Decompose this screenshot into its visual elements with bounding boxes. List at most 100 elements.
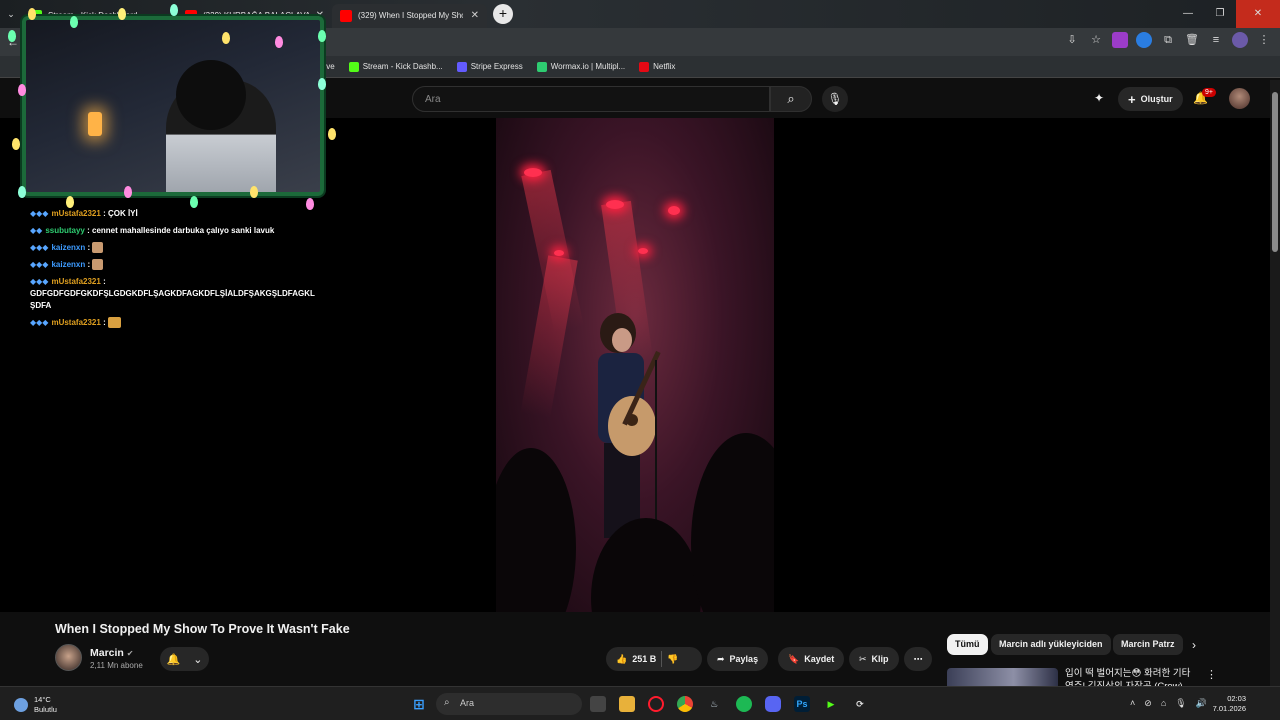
wifi-icon[interactable]: ⌂ — [1161, 698, 1166, 709]
bookmark-wormax[interactable]: Wormax.io | Multipl... — [536, 61, 625, 72]
channel-name[interactable]: Marcin ✔ — [90, 647, 133, 659]
puzzle-icon[interactable]: ⧉ — [1160, 32, 1176, 48]
weather-widget[interactable]: 14°C Bulutlu — [14, 695, 57, 715]
account-avatar[interactable] — [1229, 88, 1250, 109]
save-button[interactable]: 🔖 Kaydet — [778, 647, 845, 671]
microphone-icon: 🎙 — [827, 92, 843, 106]
search-input[interactable]: Ara — [412, 86, 770, 112]
more-actions-button[interactable]: ⋯ — [904, 647, 932, 671]
bookmark-netflix[interactable]: Netflix — [639, 61, 675, 72]
scissors-icon: ✂ — [859, 653, 867, 664]
sparkle-icon[interactable]: ✦ — [1094, 91, 1104, 105]
channel-avatar[interactable] — [55, 644, 82, 671]
search-icon: ⌕ — [444, 697, 450, 708]
chevron-right-icon[interactable]: › — [1192, 638, 1196, 652]
file-explorer-icon[interactable] — [619, 696, 635, 712]
like-count[interactable]: 251 B — [632, 654, 656, 664]
system-tray: ˄ ⊘ ⌂ 🎙 🔊 — [1130, 698, 1207, 709]
tab-youtube-video[interactable]: (329) When I Stopped My Show ✕ — [332, 3, 487, 28]
chat-badges-icon: ◆◆◆ — [30, 243, 49, 252]
window-controls: — ❐ ✕ — [1172, 0, 1280, 28]
bookmark-star-icon[interactable]: ☆ — [1088, 32, 1104, 48]
search-button[interactable]: ⌕ — [770, 86, 812, 112]
clip-label: Klip — [871, 654, 889, 664]
chat-username: mUstafa2321 — [51, 209, 101, 218]
chip-all[interactable]: Tümü — [947, 634, 988, 655]
clip-button[interactable]: ✂ Klip — [849, 647, 899, 671]
volume-icon[interactable]: 🔊 — [1196, 698, 1207, 709]
plus-icon: + — [1128, 91, 1136, 107]
chat-username: mUstafa2321 — [51, 277, 101, 286]
scrollbar-thumb[interactable] — [1272, 92, 1278, 252]
video-title: When I Stopped My Show To Prove It Wasn'… — [55, 622, 350, 636]
light-bulb — [8, 30, 16, 42]
chip-from-uploader[interactable]: Marcin adlı yükleyiciden — [991, 634, 1111, 655]
menu-icon[interactable]: ⋮ — [1256, 32, 1272, 48]
task-view-icon[interactable] — [590, 696, 606, 712]
microphone-icon[interactable]: 🎙 — [1175, 698, 1186, 709]
trash-icon[interactable]: 🗑 — [1184, 32, 1200, 48]
extensions-area: ⇩ ☆ ⧉ 🗑 ≡ ⋮ — [1064, 32, 1272, 48]
app-icon[interactable]: ⟳ — [852, 696, 868, 712]
close-window-button[interactable]: ✕ — [1236, 0, 1280, 28]
light-bulb — [66, 196, 74, 208]
chat-username: ssubutayy — [45, 226, 85, 235]
share-button[interactable]: ➦ Paylaş — [707, 647, 769, 671]
taskbar-search-placeholder: Ara — [460, 698, 475, 708]
tab-search-icon[interactable]: ⌄ — [0, 9, 22, 20]
wormax-icon — [536, 61, 547, 72]
kick-studio-icon[interactable]: ▶ — [823, 696, 839, 712]
light-bulb — [118, 8, 126, 20]
chat-message: ◆◆◆ kaizenxn : — [30, 259, 320, 271]
chip-marcin-patrz[interactable]: Marcin Patrz — [1113, 634, 1183, 655]
recommendation-thumbnail[interactable] — [947, 668, 1058, 686]
chrome-icon[interactable] — [677, 696, 693, 712]
channel-name-text: Marcin — [90, 647, 124, 659]
photoshop-icon[interactable]: Ps — [794, 696, 810, 712]
install-icon[interactable]: ⇩ — [1064, 32, 1080, 48]
windows-taskbar: 14°C Bulutlu ⊞ ⌕ Ara ♨ Ps ▶ ⟳ ˄ ⊘ ⌂ 🎙 🔊 … — [0, 686, 1280, 720]
youtube-icon — [340, 9, 352, 22]
maximize-button[interactable]: ❐ — [1204, 0, 1236, 28]
clock[interactable]: 02:03 7.01.2026 — [1213, 694, 1246, 714]
profile-icon[interactable] — [1232, 32, 1248, 48]
page-scrollbar[interactable] — [1270, 80, 1280, 686]
lamp — [88, 112, 102, 136]
video-frame — [496, 118, 774, 612]
bookmark-kick[interactable]: Stream - Kick Dashb... — [348, 61, 443, 72]
discord-icon[interactable] — [765, 696, 781, 712]
weather-temp: 14°C — [34, 695, 51, 704]
network-icon[interactable]: ⊘ — [1144, 698, 1152, 709]
extension-icon[interactable] — [1136, 32, 1152, 48]
chat-text: ÇOK İYİ — [107, 209, 138, 218]
bookmark-stripe[interactable]: Stripe Express — [456, 61, 523, 72]
clock-time: 02:03 — [1227, 694, 1246, 703]
recommendation-title[interactable]: 입이 떡 벌어지는😳 화려한 기타 연주! 김진산의 자작곡 (Crow) — [1065, 667, 1201, 686]
more-vertical-icon[interactable]: ⋮ — [1206, 668, 1217, 681]
chat-message: ◆◆◆ kaizenxn : — [30, 242, 320, 254]
weather-desc: Bulutlu — [34, 705, 57, 714]
tab-close-icon[interactable]: ✕ — [471, 10, 479, 21]
create-button[interactable]: + Oluştur — [1118, 87, 1183, 111]
light-bulb — [28, 8, 36, 20]
thumbs-down-icon[interactable]: 👎 — [667, 654, 678, 665]
stream-chat: ◆◆◆ mUstafa2321 : ÇOK İYİ ◆◆ ssubutayy : c… — [30, 208, 320, 334]
opera-icon[interactable] — [648, 696, 664, 712]
voice-search-button[interactable]: 🎙 — [822, 86, 848, 112]
chat-badges-icon: ◆◆◆ — [30, 318, 49, 327]
subscription-bell-button[interactable]: 🔔 ⌄ — [160, 647, 209, 671]
steam-icon[interactable]: ♨ — [706, 696, 722, 712]
taskbar-search[interactable]: ⌕ Ara — [436, 693, 582, 715]
streamer-head — [176, 60, 246, 130]
chat-username: kaizenxn — [51, 243, 86, 252]
windows-start-icon[interactable]: ⊞ — [411, 696, 427, 712]
new-tab-button[interactable]: + — [493, 4, 513, 24]
light-bulb — [275, 36, 283, 48]
light-bulb — [170, 4, 178, 16]
chevron-up-icon[interactable]: ˄ — [1130, 698, 1135, 709]
minimize-button[interactable]: — — [1172, 0, 1204, 28]
spotify-icon[interactable] — [736, 696, 752, 712]
media-control-icon[interactable]: ≡ — [1208, 32, 1224, 48]
thumbs-up-icon[interactable]: 👍 — [616, 654, 627, 665]
extension-icon[interactable] — [1112, 32, 1128, 48]
